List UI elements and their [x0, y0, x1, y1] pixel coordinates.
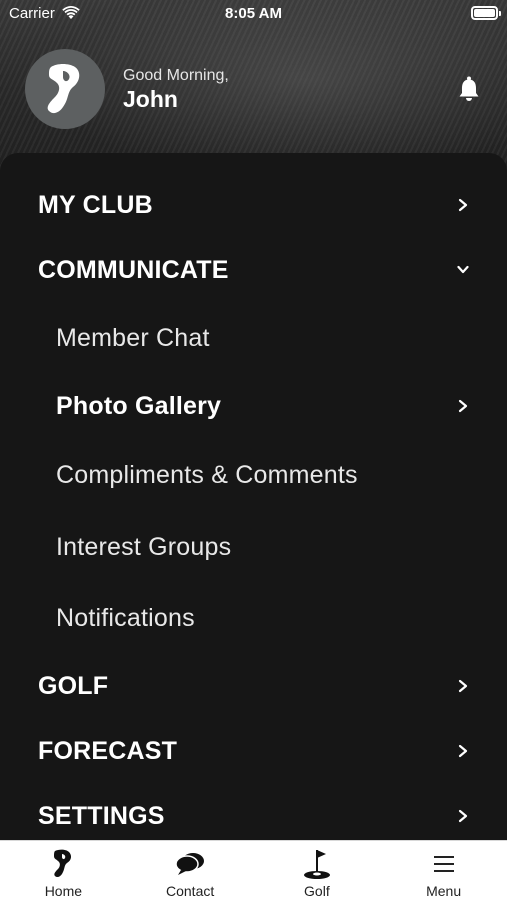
menu-item-label: Notifications: [56, 603, 195, 632]
bell-icon[interactable]: [457, 76, 481, 103]
tab-menu[interactable]: Menu: [380, 841, 507, 900]
battery-icon: [471, 6, 501, 20]
menu-item-settings[interactable]: SETTINGS: [0, 799, 507, 833]
menu-item-label: Photo Gallery: [56, 391, 222, 420]
menu-item-label: GOLF: [38, 671, 109, 700]
club-logo-icon: [47, 64, 80, 114]
chevron-right-icon: [458, 679, 468, 693]
golf-flag-icon: [302, 848, 332, 880]
menu-item-label: SETTINGS: [38, 801, 165, 830]
chevron-right-icon: [458, 809, 468, 823]
menu-item-forecast[interactable]: FORECAST: [0, 734, 507, 768]
menu-item-communicate[interactable]: COMMUNICATE: [0, 253, 507, 287]
tab-home[interactable]: Home: [0, 841, 127, 900]
club-logo-icon: [48, 848, 78, 880]
menu-item-notifications[interactable]: Notifications: [0, 601, 507, 635]
menu-item-my-club[interactable]: MY CLUB: [0, 188, 507, 222]
navigation-drawer: MY CLUB COMMUNICATE Member Chat Photo Ga…: [0, 153, 507, 843]
tab-contact[interactable]: Contact: [127, 841, 254, 900]
tab-golf[interactable]: Golf: [254, 841, 381, 900]
tab-bar: Home Contact Golf Menu: [0, 840, 507, 900]
greeting-text: Good Morning,: [123, 67, 229, 84]
status-bar: Carrier 8:05 AM: [0, 0, 507, 28]
chevron-right-icon: [458, 198, 468, 212]
menu-item-label: FORECAST: [38, 736, 178, 765]
tab-label: Home: [44, 883, 83, 899]
menu-item-interest-groups[interactable]: Interest Groups: [0, 530, 507, 564]
chevron-down-icon: [457, 265, 469, 274]
tab-label: Menu: [426, 883, 462, 899]
menu-item-label: Member Chat: [56, 323, 210, 352]
menu-item-compliments-comments[interactable]: Compliments & Comments: [0, 458, 507, 492]
chat-bubbles-icon: [175, 848, 205, 880]
chevron-right-icon: [458, 744, 468, 758]
tab-label: Contact: [166, 883, 215, 899]
chevron-right-icon: [458, 399, 468, 413]
menu-item-label: MY CLUB: [38, 190, 153, 219]
tab-label: Golf: [304, 883, 330, 899]
menu-item-label: COMMUNICATE: [38, 255, 229, 284]
menu-item-label: Interest Groups: [56, 532, 232, 561]
clock: 8:05 AM: [225, 5, 282, 22]
hamburger-icon: [429, 848, 459, 880]
menu-item-member-chat[interactable]: Member Chat: [0, 321, 507, 355]
menu-item-golf[interactable]: GOLF: [0, 669, 507, 703]
avatar[interactable]: [25, 49, 105, 129]
menu-item-label: Compliments & Comments: [56, 460, 358, 489]
menu-item-photo-gallery[interactable]: Photo Gallery: [0, 389, 507, 423]
user-name: John: [123, 86, 178, 112]
